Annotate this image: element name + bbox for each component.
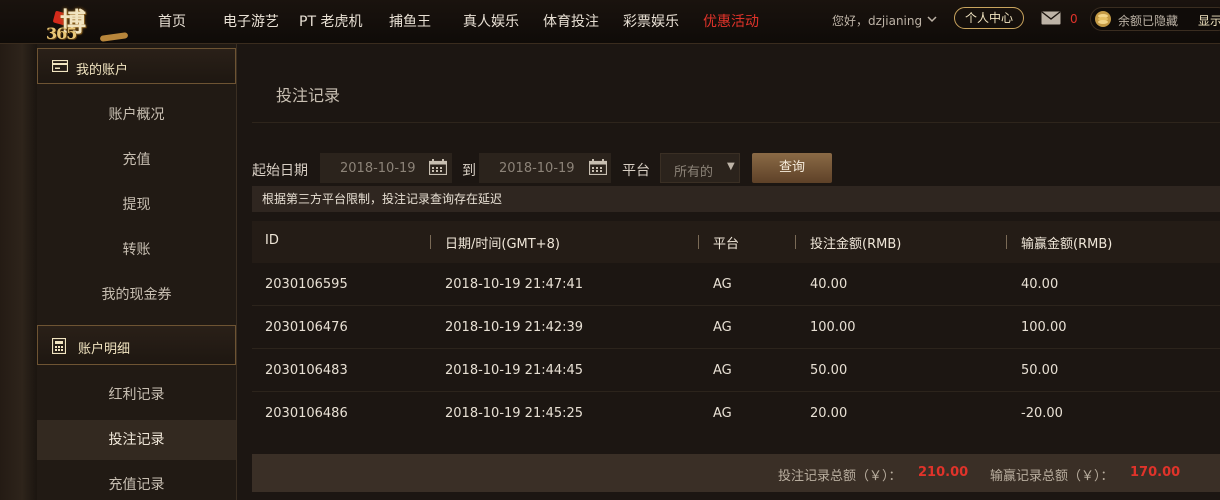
cell-platform: AG (713, 277, 732, 292)
nav-live-casino[interactable]: 真人娱乐 (463, 11, 519, 31)
win-total-value: 170.00 (1130, 465, 1181, 480)
dropdown-arrow-icon: ▼ (727, 161, 735, 172)
cell-id: 2030106595 (265, 277, 348, 292)
cell-datetime: 2018-10-19 21:47:41 (445, 277, 584, 292)
site-logo[interactable]: 博 365 (40, 2, 130, 46)
wallet-card-icon (52, 60, 68, 72)
cell-win-loss: 40.00 (1021, 277, 1059, 292)
sidebar-item-deposit-records[interactable]: 充值记录 (37, 465, 236, 500)
nav-pt-slots[interactable]: PT 老虎机 (299, 11, 362, 31)
mail-icon[interactable] (1041, 11, 1061, 25)
cell-id: 2030106476 (265, 320, 348, 335)
column-header-win-loss: 输赢金额(RMB) (1021, 237, 1113, 252)
platform-select-value: 所有的 (674, 165, 714, 180)
column-header-bet-amount: 投注金额(RMB) (810, 237, 902, 252)
platform-select[interactable]: 所有的 ▼ (660, 153, 740, 183)
date-to-label: 到 (462, 163, 476, 179)
sidebar-item-transfer[interactable]: 转账 (37, 230, 236, 270)
cell-id: 2030106483 (265, 363, 348, 378)
sidebar-item-deposit[interactable]: 充值 (37, 140, 236, 180)
win-total-label: 输赢记录总额（￥）： (990, 469, 1114, 484)
page-title: 投注记录 (276, 86, 341, 105)
column-header-id: ID (265, 233, 279, 248)
column-separator (698, 235, 699, 249)
column-separator (1006, 235, 1007, 249)
start-date-label: 起始日期 (252, 163, 308, 179)
nav-home[interactable]: 首页 (158, 11, 186, 31)
mail-count-badge: 0 (1070, 12, 1078, 26)
member-center-button[interactable]: 个人中心 (954, 7, 1024, 29)
nav-fishing-king[interactable]: 捕鱼王 (389, 11, 431, 31)
logo-brand-number: 365 (46, 24, 77, 43)
cell-datetime: 2018-10-19 21:45:25 (445, 406, 584, 421)
sidebar-item-bonus-records[interactable]: 红利记录 (37, 375, 236, 415)
my-account-label: 我的账户 (76, 63, 129, 78)
cell-datetime: 2018-10-19 21:44:45 (445, 363, 584, 378)
cell-bet-amount: 40.00 (810, 277, 848, 292)
cell-platform: AG (713, 406, 732, 421)
chevron-down-icon[interactable] (927, 14, 937, 24)
cell-platform: AG (713, 363, 732, 378)
nav-electronic-games[interactable]: 电子游艺 (223, 11, 279, 31)
cell-win-loss: 100.00 (1021, 320, 1067, 335)
account-details-label: 账户明细 (78, 342, 131, 357)
nav-lottery[interactable]: 彩票娱乐 (623, 11, 679, 31)
cell-bet-amount: 50.00 (810, 363, 848, 378)
table-row (252, 349, 1220, 392)
column-header-platform: 平台 (713, 237, 740, 252)
cell-win-loss: -20.00 (1021, 406, 1063, 421)
platform-label: 平台 (622, 163, 650, 179)
table-row (252, 263, 1220, 306)
sidebar-item-bet-records[interactable]: 投注记录 (37, 420, 236, 460)
calendar-icon[interactable] (429, 159, 447, 175)
cell-bet-amount: 20.00 (810, 406, 848, 421)
account-sidebar: 我的账户 账户概况 充值 提现 转账 我的现金券 账户明细 红利记录 投注记录 … (37, 44, 237, 500)
bet-total-label: 投注记录总额（￥）： (778, 469, 902, 484)
column-separator (430, 235, 431, 249)
cell-datetime: 2018-10-19 21:42:39 (445, 320, 584, 335)
balance-hidden-text: 余额已隐藏 (1118, 14, 1179, 28)
sidebar-item-account-overview[interactable]: 账户概况 (37, 95, 236, 135)
show-balance-link[interactable]: 显示 (1198, 12, 1220, 29)
bet-total-value: 210.00 (918, 465, 969, 480)
title-divider (252, 122, 1220, 123)
coin-stack-icon (1095, 11, 1111, 27)
table-row (252, 392, 1220, 435)
nav-promotions[interactable]: 优惠活动 (703, 11, 759, 31)
account-details-header[interactable]: 账户明细 (37, 325, 236, 365)
user-greeting[interactable]: 您好，dzjianing (832, 12, 922, 29)
cell-bet-amount: 100.00 (810, 320, 856, 335)
delay-notice: 根据第三方平台限制，投注记录查询存在延迟 (252, 186, 1220, 212)
cell-platform: AG (713, 320, 732, 335)
my-account-header[interactable]: 我的账户 (37, 48, 236, 84)
left-background-strip (0, 44, 37, 500)
column-header-datetime: 日期/时间(GMT+8) (445, 237, 560, 252)
column-separator (795, 235, 796, 249)
table-row (252, 306, 1220, 349)
cell-id: 2030106486 (265, 406, 348, 421)
calendar-icon[interactable] (589, 159, 607, 175)
sidebar-item-cash-coupons[interactable]: 我的现金券 (37, 275, 236, 315)
cell-win-loss: 50.00 (1021, 363, 1059, 378)
query-button[interactable]: 查询 (752, 153, 832, 183)
nav-sports-betting[interactable]: 体育投注 (543, 11, 599, 31)
calculator-icon (52, 338, 66, 354)
logo-swoosh (99, 32, 129, 42)
sidebar-item-withdraw[interactable]: 提现 (37, 185, 236, 225)
